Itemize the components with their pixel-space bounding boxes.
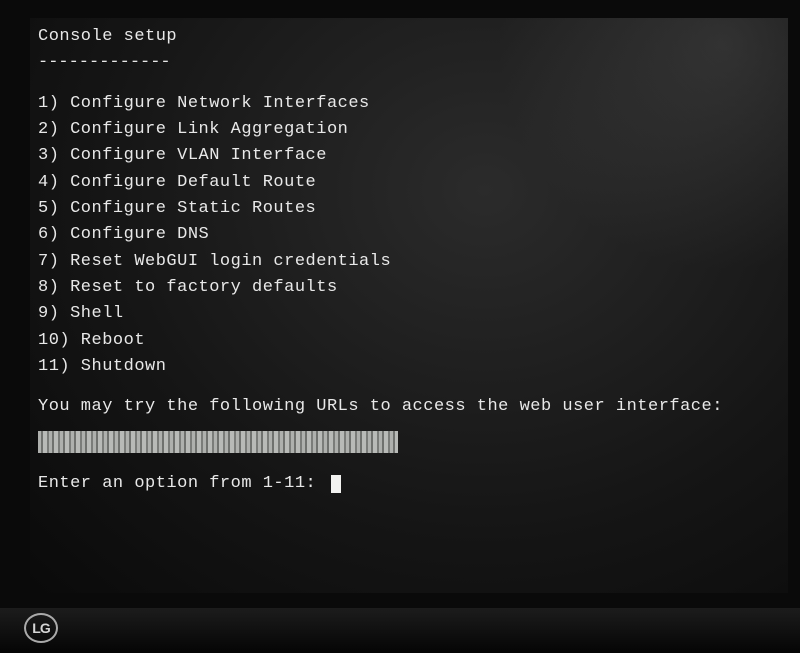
prompt-label: Enter an option from 1-11: [38,471,327,497]
menu-item-10[interactable]: 10) Reboot [38,328,780,354]
menu-item-11[interactable]: 11) Shutdown [38,354,780,380]
menu-item-4[interactable]: 4) Configure Default Route [38,170,780,196]
menu-item-8[interactable]: 8) Reset to factory defaults [38,275,780,301]
cursor-icon [331,475,341,493]
monitor-frame: Console setup ------------- 1) Configure… [0,0,800,653]
menu-item-3[interactable]: 3) Configure VLAN Interface [38,143,780,169]
prompt-row: Enter an option from 1-11: [38,471,780,497]
menu-item-1[interactable]: 1) Configure Network Interfaces [38,91,780,117]
console-screen: Console setup ------------- 1) Configure… [30,18,788,593]
page-title: Console setup [38,24,780,50]
redacted-urls [38,431,398,453]
menu-list: 1) Configure Network Interfaces2) Config… [38,91,780,381]
menu-item-7[interactable]: 7) Reset WebGUI login credentials [38,249,780,275]
option-input[interactable] [345,474,385,493]
monitor-bezel: LG [0,608,800,653]
title-underline: ------------- [38,50,780,76]
menu-item-5[interactable]: 5) Configure Static Routes [38,196,780,222]
menu-item-9[interactable]: 9) Shell [38,301,780,327]
url-hint: You may try the following URLs to access… [38,394,780,420]
menu-item-2[interactable]: 2) Configure Link Aggregation [38,117,780,143]
monitor-logo: LG [24,613,58,643]
menu-item-6[interactable]: 6) Configure DNS [38,222,780,248]
